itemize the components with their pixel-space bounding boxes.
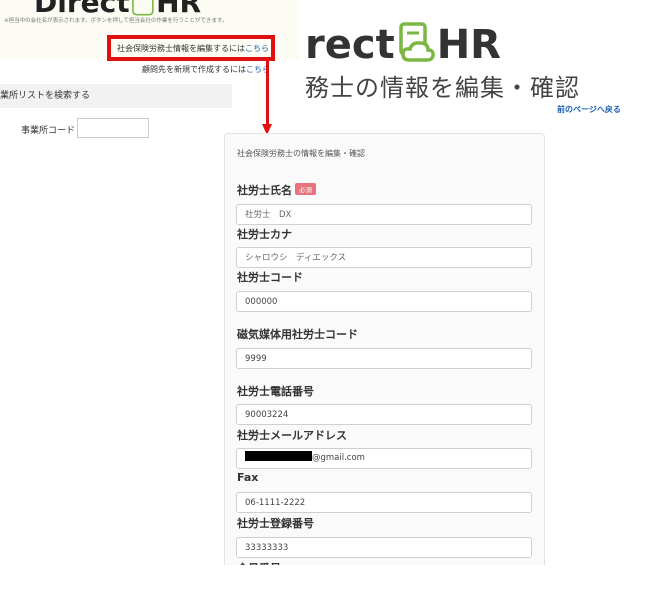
office-search-bar[interactable]: 業所リストを検索する — [0, 84, 232, 108]
office-code-input[interactable] — [77, 118, 149, 138]
new-client-text: 顧問先を新規で作成するには — [142, 65, 246, 74]
sr-name-label: 社労士氏名 必須 — [237, 182, 316, 198]
page-title: 務士の情報を編集・確認 — [305, 74, 580, 102]
sr-phone-label: 社労士電話番号 — [237, 385, 314, 398]
fax-label: Fax — [237, 471, 259, 484]
required-badge: 必須 — [295, 183, 316, 195]
sr-kana-input[interactable] — [236, 247, 532, 268]
redacted-block — [245, 451, 312, 461]
form-title: 社会保険労務士の情報を編集・確認 — [237, 149, 365, 158]
sr-email-input[interactable]: @gmail.com — [236, 448, 532, 469]
media-code-label: 磁気媒体用社労士コード — [237, 328, 358, 341]
document-cloud-icon — [397, 22, 435, 73]
fax-input[interactable] — [236, 492, 532, 513]
new-client-row: 顧問先を新規で作成するにはこちら — [142, 64, 270, 75]
background-notice: ※担当中の会社名が表示されます。ボタンを押して担当会社の作業を行うことができます… — [4, 18, 228, 24]
sr-info-form-panel: 社会保険労務士の情報を編集・確認 社労士氏名必須 社労士カナ 社労士コード 磁気… — [224, 133, 545, 583]
sr-kana-label: 社労士カナ — [237, 228, 292, 241]
highlight-box — [107, 35, 275, 61]
annotation-arrow — [266, 60, 269, 125]
media-code-input[interactable] — [236, 348, 532, 369]
sr-code-label: 社労士コード — [237, 271, 303, 284]
sr-name-input[interactable] — [236, 204, 532, 225]
sr-email-label: 社労士メールアドレス — [237, 429, 347, 442]
sr-reg-no-input[interactable] — [236, 537, 532, 558]
bottom-whitespace — [0, 565, 666, 602]
sr-code-input[interactable] — [236, 291, 532, 312]
sr-reg-no-label: 社労士登録番号 — [237, 517, 314, 530]
back-link[interactable]: 前のページへ戻る — [557, 104, 621, 115]
brand-logo: rect HR — [305, 22, 501, 73]
sr-phone-input[interactable] — [236, 404, 532, 425]
office-code-label: 事業所コード — [21, 126, 76, 136]
